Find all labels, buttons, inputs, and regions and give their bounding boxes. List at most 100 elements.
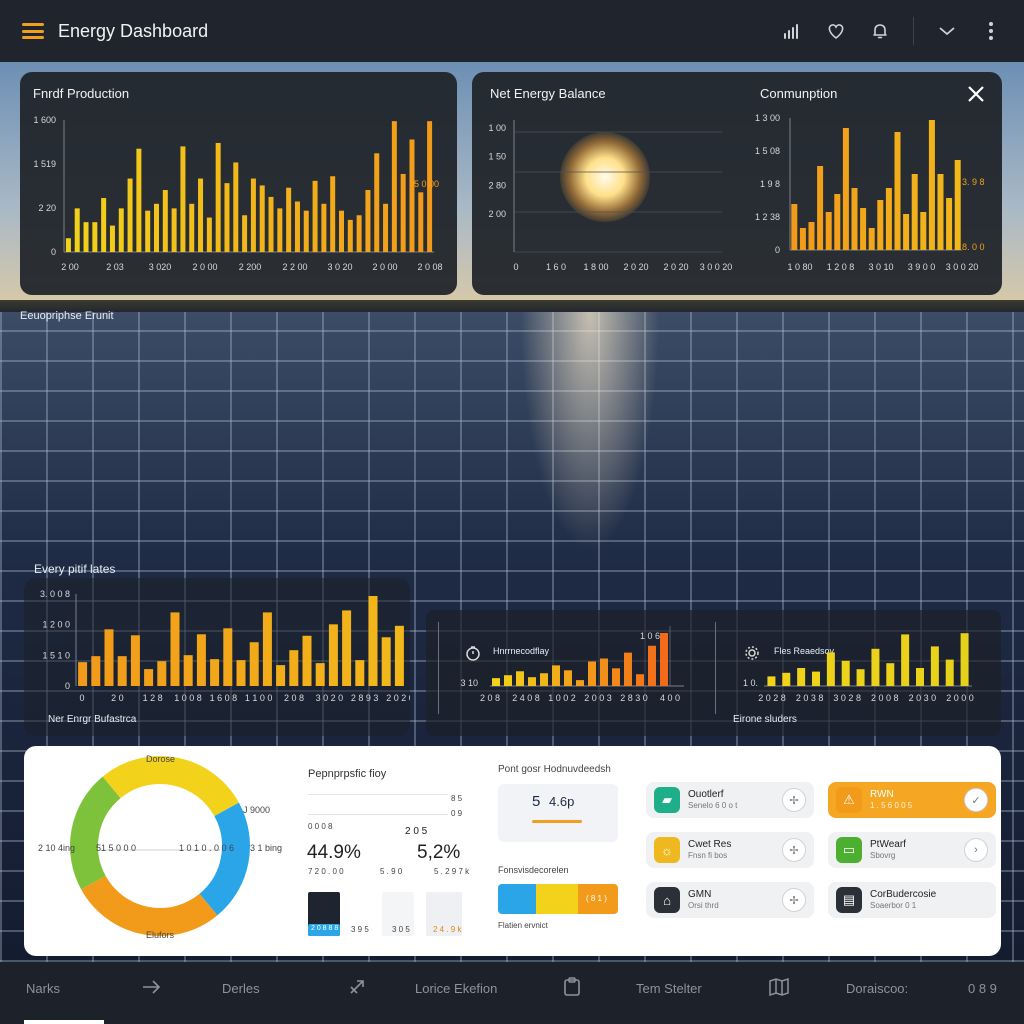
stat-bar-1-value: 2 0 8 8 8 [311, 925, 339, 932]
production-bar [400, 173, 406, 252]
donut-inner-right: 1 0 1 0 . 0 0 6 [179, 843, 235, 853]
production-bar [74, 208, 80, 252]
forecast-title: Pont gosr Hodnuvdeedsh [498, 764, 611, 775]
production-bar [294, 201, 300, 252]
every-bar [355, 660, 365, 686]
every-x-tick: 2 0 8 [284, 693, 304, 703]
tile-action-button[interactable]: ✓ [964, 788, 988, 812]
consumption-bar [868, 228, 875, 250]
mini1-x-tick: 2 8 3 0 [620, 693, 648, 703]
consumption-y-tick: 1 2 38 [755, 212, 780, 222]
expand-icon[interactable] [347, 977, 367, 1000]
tile-icon: ☼ [654, 837, 680, 863]
nav-item-6[interactable]: 0 8 9 [968, 981, 997, 996]
production-bar [268, 196, 274, 252]
consumption-bar [808, 222, 815, 250]
tile-icon: ▤ [836, 887, 862, 913]
tile-title: GMN [688, 888, 712, 900]
every-x-tick: 2 0 2 0 [386, 693, 410, 703]
production-bar [365, 190, 371, 252]
mini2-bar [871, 648, 880, 686]
production-bar [233, 162, 239, 252]
consumption-bar [877, 200, 884, 250]
production-bar [321, 203, 327, 252]
consumption-marker-top: 3. 9 8 [962, 177, 985, 187]
production-bar [65, 238, 71, 252]
forecast-pill[interactable]: ( 8 1 ) [586, 894, 607, 903]
more-vertical-icon[interactable] [980, 20, 1002, 42]
signal-icon[interactable] [781, 20, 803, 42]
hamburger-icon[interactable] [22, 23, 44, 39]
status-tile[interactable]: ▰ Ouotlerf Senelo 6 0 o t ✢ [646, 782, 814, 818]
balance-x-tick: 1 6 0 [546, 262, 566, 272]
mini2-bar [930, 646, 939, 686]
sun-reflection [520, 312, 660, 552]
mini2-bar [856, 669, 865, 686]
donut-left-label: 2 10 4ing [38, 843, 76, 853]
production-bar [303, 210, 309, 252]
every-x-tick: 2 8 9 3 [351, 693, 379, 703]
production-bar [154, 203, 159, 252]
every-bar [342, 610, 352, 686]
consumption-bar [903, 214, 910, 250]
status-tile[interactable]: ▭ PtWearf Sbovrg › [828, 832, 996, 868]
status-tile[interactable]: ☼ Cwet Res Fnsn fi bos ✢ [646, 832, 814, 868]
stat-bar-4-value: 2 4 . 9 k [433, 925, 462, 934]
consumption-bar [946, 198, 953, 250]
every-y-tick: 0 [65, 681, 70, 691]
clipboard-icon[interactable] [563, 977, 581, 1000]
tile-icon: ⚠ [836, 787, 862, 813]
production-bar [118, 208, 124, 252]
divider [308, 794, 448, 795]
tile-subtitle: Senelo 6 0 o t [688, 801, 738, 811]
chevron-down-icon[interactable] [936, 20, 958, 42]
mini2-bar [960, 633, 969, 686]
nav-item-1[interactable]: Narks [26, 981, 60, 996]
status-tile[interactable]: ▤ CorBudercosie Soaerbor 0 1 [828, 882, 996, 918]
consumption-bar [825, 212, 832, 250]
production-x-tick: 2 2 00 [282, 262, 307, 272]
tile-subtitle: Sbovrg [870, 851, 896, 861]
stat-sub-left: 7 2 0 . 0 0 [308, 867, 344, 876]
status-tile[interactable]: ⌂ GMN Orsi thrd ✢ [646, 882, 814, 918]
mini2-bar [901, 634, 910, 686]
nav-item-3[interactable]: Lorice Ekefion [415, 981, 497, 996]
mini1-bar [600, 658, 608, 686]
bell-icon[interactable] [869, 20, 891, 42]
every-bar [249, 642, 259, 686]
consumption-bar [799, 228, 806, 250]
map-icon[interactable] [768, 977, 790, 1000]
production-y-tick: 0 [51, 247, 56, 257]
arrow-right-icon[interactable] [140, 976, 162, 1001]
consumption-y-tick: 1 9 8 [760, 179, 780, 189]
divider [913, 17, 914, 45]
tile-action-button[interactable]: › [964, 838, 988, 862]
forecast-slider[interactable] [532, 820, 582, 823]
every-bar [170, 612, 180, 686]
nav-item-4[interactable]: Tem Stelter [636, 981, 702, 996]
nav-item-5[interactable]: Doraiscoo: [846, 981, 908, 996]
mini1-bar [528, 677, 536, 686]
status-tile[interactable]: ⚠ RWN 1 . 5 6 0 0 5 ✓ [828, 782, 996, 818]
every-bar [262, 612, 272, 686]
mini1-left-tick: 3 10 [460, 678, 478, 688]
tile-action-button[interactable]: ✢ [782, 838, 806, 862]
balance-consumption-chart: 1 00 1 50 2 80 2 00 0 1 6 0 1 8 00 2 0 20 2 0 20… [488, 113, 985, 272]
forecast-subtitle: Fonsvisdecorelen [498, 865, 569, 875]
forecast-box [498, 784, 618, 842]
heart-icon[interactable] [825, 20, 847, 42]
mini2-bar [812, 671, 820, 686]
mini2-x-tick: 2 0 3 0 [909, 693, 937, 703]
forecast-value-a: 5 [532, 793, 541, 810]
donut-segment-blue [199, 802, 250, 916]
nav-item-2[interactable]: Derles [222, 981, 260, 996]
tile-action-button[interactable]: ✢ [782, 888, 806, 912]
every-y-tick: 3. 0 0 8 [40, 589, 70, 599]
mini1-x-tick: 2 0 0 3 [584, 693, 612, 703]
mini1-bar [648, 645, 656, 686]
every-bar [328, 624, 338, 686]
mini1-bar [576, 680, 584, 686]
production-y-tick: 1 600 [33, 115, 56, 125]
tile-action-button[interactable]: ✢ [782, 788, 806, 812]
mini1-bar [504, 675, 512, 686]
